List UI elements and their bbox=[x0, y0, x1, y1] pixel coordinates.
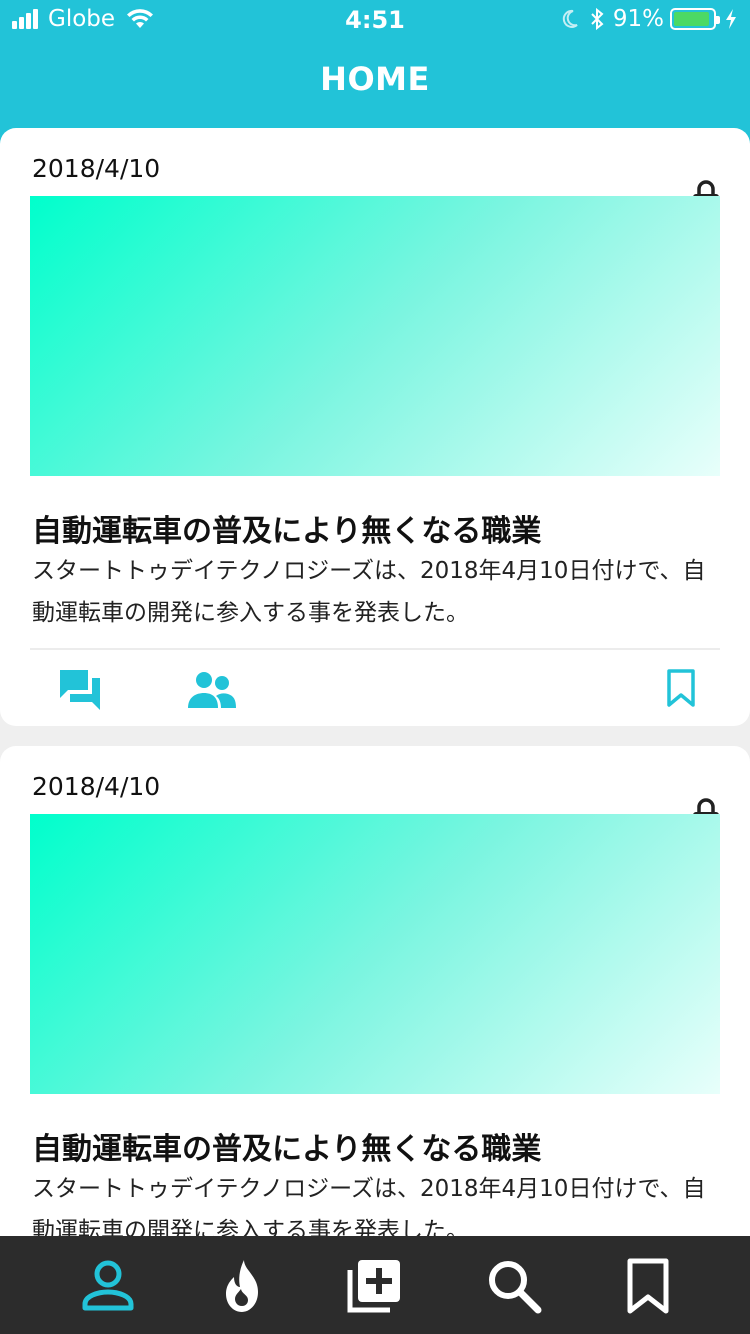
home-screen: Globe 4:51 91% HOME 2018/4/10 自動運転車の普及によ… bbox=[0, 0, 750, 1334]
battery-icon bbox=[670, 8, 720, 30]
article-summary: スタートトゥデイテクノロジーズは、2018年4月10日付けで、自動運転車の開発に… bbox=[32, 558, 706, 626]
bottom-tab-bar bbox=[0, 1236, 750, 1334]
article-image[interactable] bbox=[30, 814, 720, 1094]
search-icon[interactable] bbox=[486, 1258, 542, 1314]
flame-icon[interactable] bbox=[214, 1258, 270, 1314]
header: Globe 4:51 91% HOME bbox=[0, 0, 750, 148]
add-library-icon[interactable] bbox=[346, 1258, 402, 1314]
bookmark-icon[interactable] bbox=[620, 1258, 676, 1314]
people-icon[interactable] bbox=[186, 670, 238, 710]
article-title[interactable]: 自動運転車の普及により無くなる職業 bbox=[32, 506, 541, 550]
status-bar: Globe 4:51 91% bbox=[0, 0, 750, 40]
charging-icon bbox=[726, 9, 736, 29]
bookmark-icon[interactable] bbox=[666, 668, 696, 708]
battery-percent: 91% bbox=[612, 6, 664, 32]
bluetooth-icon bbox=[591, 7, 604, 31]
person-icon[interactable] bbox=[80, 1258, 136, 1314]
battery-fill bbox=[674, 12, 709, 26]
article-title[interactable]: 自動運転車の普及により無くなる職業 bbox=[32, 1124, 541, 1168]
article-date: 2018/4/10 bbox=[32, 772, 161, 801]
article-date: 2018/4/10 bbox=[32, 154, 161, 183]
article-image[interactable] bbox=[30, 196, 720, 476]
page-title: HOME bbox=[320, 60, 430, 98]
divider bbox=[30, 648, 720, 650]
article-card[interactable]: 2018/4/10 自動運転車の普及により無くなる職業 スタートトゥデイテクノロ… bbox=[0, 128, 750, 726]
moon-icon bbox=[562, 9, 578, 28]
status-right: 91% bbox=[561, 6, 738, 32]
chat-icon[interactable] bbox=[58, 668, 102, 710]
